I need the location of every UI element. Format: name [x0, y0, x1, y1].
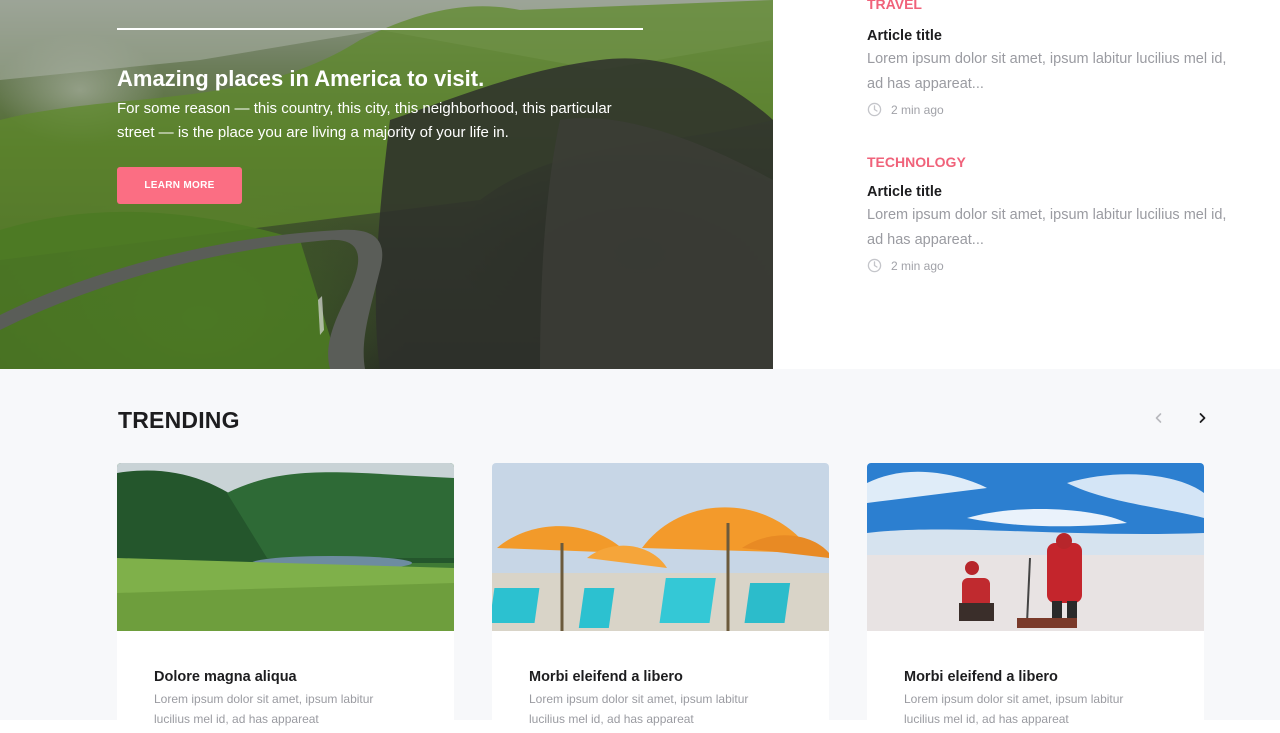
card-excerpt: Lorem ipsum dolor sit amet, ipsum labitu… — [904, 692, 1124, 726]
chevron-right-icon — [1199, 413, 1206, 423]
side-article-technology[interactable]: TECHNOLOGY Article title Lorem ipsum dol… — [867, 152, 1227, 273]
card-title[interactable]: Morbi eleifend a libero — [529, 669, 683, 685]
green-valley-lake-photo — [117, 463, 454, 631]
trending-card[interactable]: Dolore magna aliqua Lorem ipsum dolor si… — [117, 463, 454, 733]
card-title[interactable]: Dolore magna aliqua — [154, 669, 297, 685]
beach-umbrellas-photo — [492, 463, 829, 631]
article-excerpt: Lorem ipsum dolor sit amet, ipsum labitu… — [867, 207, 1227, 248]
clock-icon — [867, 258, 882, 273]
article-meta: 2 min ago — [867, 258, 1227, 273]
article-meta: 2 min ago — [867, 102, 1227, 117]
card-title[interactable]: Morbi eleifend a libero — [904, 669, 1058, 685]
hero-title: Amazing places in America to visit. — [117, 66, 485, 91]
article-title[interactable]: Article title — [867, 184, 1227, 200]
article-time: 2 min ago — [891, 102, 944, 117]
learn-more-button[interactable]: LEARN MORE — [117, 167, 242, 204]
article-excerpt: Lorem ipsum dolor sit amet, ipsum labitu… — [867, 51, 1227, 92]
trending-heading: TRENDING — [118, 407, 240, 433]
article-time: 2 min ago — [891, 258, 944, 273]
carousel-prev-button[interactable] — [1148, 407, 1170, 429]
carousel-next-button[interactable] — [1191, 407, 1213, 429]
article-category[interactable]: TECHNOLOGY — [867, 152, 1227, 172]
card-excerpt: Lorem ipsum dolor sit amet, ipsum labitu… — [529, 692, 749, 726]
trending-section: TRENDING Dolore magna aliqua Lorem ipsum… — [0, 369, 1280, 733]
hero-description: For some reason — this country, this cit… — [117, 100, 612, 141]
side-article-travel[interactable]: TRAVEL Article title Lorem ipsum dolor s… — [867, 0, 1227, 117]
article-category[interactable]: TRAVEL — [867, 0, 1227, 14]
trending-card[interactable]: Morbi eleifend a libero Lorem ipsum dolo… — [492, 463, 829, 733]
article-title[interactable]: Article title — [867, 28, 1227, 44]
hero-banner: Amazing places in America to visit. For … — [0, 0, 773, 369]
chevron-left-icon — [1155, 413, 1162, 423]
trending-card[interactable]: Morbi eleifend a libero Lorem ipsum dolo… — [867, 463, 1204, 733]
card-excerpt: Lorem ipsum dolor sit amet, ipsum labitu… — [154, 692, 374, 726]
clock-icon — [867, 102, 882, 117]
hero-divider — [117, 28, 643, 30]
hero-landscape-photo — [0, 0, 773, 369]
snow-hikers-photo — [867, 463, 1204, 631]
